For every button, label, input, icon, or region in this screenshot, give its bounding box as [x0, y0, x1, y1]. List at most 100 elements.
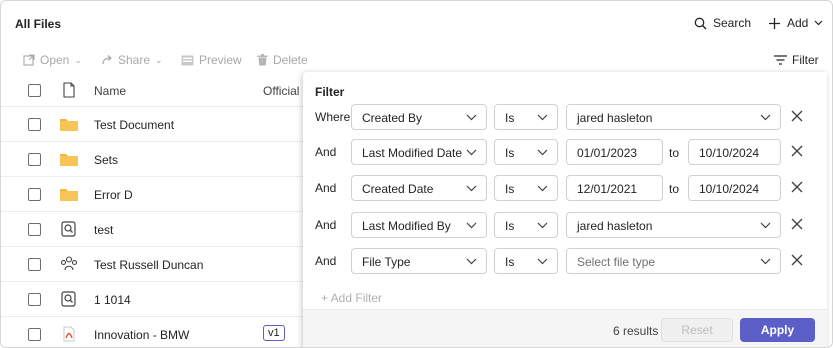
- filter-label: Filter: [792, 53, 819, 67]
- field-select[interactable]: Last Modified Date: [351, 139, 487, 165]
- filter-panel-title: Filter: [315, 85, 345, 99]
- file-name[interactable]: Innovation - BMW: [94, 328, 189, 342]
- operator-select-value: Is: [505, 219, 515, 233]
- filter-conjunction: And: [315, 218, 337, 232]
- share-button[interactable]: Share ⌄: [101, 53, 163, 67]
- operator-select[interactable]: Is: [494, 248, 558, 274]
- file-type-select[interactable]: Select file type: [566, 248, 781, 274]
- file-name[interactable]: test: [94, 223, 113, 237]
- chevron-down-icon: [537, 222, 548, 229]
- filter-conjunction: And: [315, 145, 337, 159]
- field-select-value: Last Modified Date: [362, 146, 463, 160]
- apply-button[interactable]: Apply: [740, 318, 815, 342]
- operator-select[interactable]: Is: [494, 139, 558, 165]
- filter-panel: Filter Where Created By Is jared hasleto…: [303, 72, 827, 347]
- close-icon[interactable]: [789, 179, 805, 195]
- search-button[interactable]: Search: [694, 16, 751, 30]
- chevron-down-icon: [537, 149, 548, 156]
- chevron-down-icon: [537, 114, 548, 121]
- row-checkbox[interactable]: [28, 258, 41, 271]
- file-name[interactable]: Test Russell Duncan: [94, 258, 203, 272]
- table-row[interactable]: Sets: [1, 142, 311, 177]
- date-to-input[interactable]: 10/10/2024: [688, 175, 781, 201]
- filter-conjunction: Where: [315, 110, 351, 124]
- chevron-down-icon: [814, 20, 823, 26]
- filter-conjunction: And: [315, 254, 337, 268]
- select-all-checkbox[interactable]: [28, 84, 41, 97]
- file-name[interactable]: 1 1014: [94, 293, 131, 307]
- chevron-down-icon: ⌄: [74, 54, 82, 65]
- close-icon[interactable]: [789, 252, 805, 268]
- column-header-name[interactable]: Name: [94, 84, 126, 98]
- people-icon: [60, 256, 78, 271]
- table-row[interactable]: Innovation - BMW v1: [1, 317, 311, 347]
- date-from-input[interactable]: 12/01/2021: [566, 175, 663, 201]
- operator-select-value: Is: [505, 111, 515, 125]
- field-select[interactable]: Last Modified By: [351, 212, 487, 238]
- date-from-input[interactable]: 01/01/2023: [566, 139, 663, 165]
- field-select[interactable]: Created By: [351, 104, 487, 130]
- operator-select-value: Is: [505, 182, 515, 196]
- operator-select[interactable]: Is: [494, 104, 558, 130]
- add-filter-button[interactable]: + Add Filter: [321, 291, 382, 305]
- pdf-icon: [63, 326, 75, 342]
- file-type-icon: [63, 82, 75, 98]
- version-badge[interactable]: v1: [263, 325, 285, 341]
- file-name[interactable]: Test Document: [94, 118, 174, 132]
- share-icon: [102, 55, 112, 65]
- filter-button[interactable]: Filter: [774, 53, 819, 67]
- field-select-value: File Type: [362, 255, 411, 269]
- chevron-down-icon: [760, 222, 771, 229]
- column-header-official[interactable]: Official: [263, 84, 299, 98]
- value-select[interactable]: jared hasleton: [566, 104, 781, 130]
- row-checkbox[interactable]: [28, 153, 41, 166]
- table-row[interactable]: Test Document: [1, 107, 311, 142]
- row-checkbox[interactable]: [28, 188, 41, 201]
- field-select[interactable]: Created Date: [351, 175, 487, 201]
- operator-select[interactable]: Is: [494, 212, 558, 238]
- field-select-value: Last Modified By: [362, 219, 451, 233]
- plus-icon: [769, 17, 780, 29]
- date-to-input[interactable]: 10/10/2024: [688, 139, 781, 165]
- search-label: Search: [713, 16, 752, 30]
- close-icon[interactable]: [789, 108, 805, 124]
- operator-select-value: Is: [505, 255, 515, 269]
- file-list: Name Official Test Document Sets Error D…: [1, 73, 311, 347]
- operator-select-value: Is: [505, 146, 515, 160]
- filter-row: And Created Date Is 12/01/2021 to 10/10/…: [303, 175, 827, 201]
- results-count: 6 results: [613, 324, 659, 338]
- preview-button[interactable]: Preview: [181, 53, 242, 67]
- row-checkbox[interactable]: [28, 118, 41, 131]
- filter-row: Where Created By Is jared hasleton: [303, 104, 827, 130]
- file-name[interactable]: Sets: [94, 153, 118, 167]
- reset-button[interactable]: Reset: [661, 318, 733, 342]
- open-icon: [23, 54, 35, 66]
- file-type-placeholder: Select file type: [577, 255, 656, 269]
- search-icon: [694, 17, 707, 29]
- page-title: All Files: [15, 17, 62, 31]
- value-select[interactable]: jared hasleton: [566, 212, 781, 238]
- chevron-down-icon: [760, 114, 771, 121]
- operator-select[interactable]: Is: [494, 175, 558, 201]
- delete-button[interactable]: Delete: [257, 53, 308, 67]
- open-button[interactable]: Open ⌄: [23, 53, 82, 67]
- add-button[interactable]: Add: [768, 16, 823, 30]
- table-row[interactable]: Error D: [1, 177, 311, 212]
- table-row[interactable]: test: [1, 212, 311, 247]
- table-row[interactable]: 1 1014: [1, 282, 311, 317]
- chevron-down-icon: [466, 114, 477, 121]
- date-range-to-label: to: [669, 146, 680, 160]
- field-select[interactable]: File Type: [351, 248, 487, 274]
- chevron-down-icon: [760, 258, 771, 265]
- row-checkbox[interactable]: [28, 293, 41, 306]
- row-checkbox[interactable]: [28, 223, 41, 236]
- folder-icon: [60, 119, 78, 131]
- table-row[interactable]: Test Russell Duncan: [1, 247, 311, 282]
- add-label: Add: [787, 16, 809, 30]
- folder-icon: [60, 189, 78, 201]
- close-icon[interactable]: [789, 143, 805, 159]
- file-name[interactable]: Error D: [94, 188, 133, 202]
- close-icon[interactable]: [789, 216, 805, 232]
- chevron-down-icon: [466, 149, 477, 156]
- row-checkbox[interactable]: [28, 328, 41, 341]
